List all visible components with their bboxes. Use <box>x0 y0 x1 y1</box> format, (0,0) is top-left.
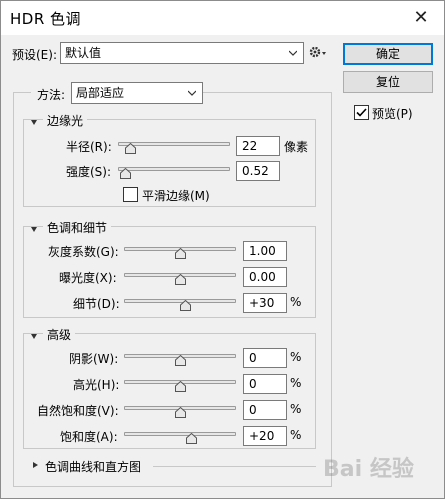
strength-slider-thumb[interactable] <box>120 168 132 179</box>
vibrance-input[interactable]: 0 <box>243 400 287 420</box>
toning-curve-title[interactable]: 色调曲线和直方图 <box>45 458 141 475</box>
radius-unit: 像素 <box>284 140 309 154</box>
detail-slider-thumb[interactable] <box>180 300 192 311</box>
radius-slider-thumb[interactable] <box>124 143 136 154</box>
saturation-unit: % <box>290 428 302 442</box>
highlight-input[interactable]: 0 <box>243 374 287 394</box>
dialog-title: HDR 色调 <box>10 10 82 28</box>
shadow-slider-thumb[interactable] <box>174 355 186 366</box>
preset-select[interactable]: 默认值 <box>60 42 304 64</box>
highlight-slider-thumb[interactable] <box>174 381 186 392</box>
detail-label: 细节(D): <box>73 297 120 311</box>
saturation-slider-track[interactable] <box>124 432 236 436</box>
title-bar: HDR 色调 ✕ <box>1 1 444 35</box>
saturation-label: 饱和度(A): <box>60 430 118 444</box>
method-value: 局部适应 <box>76 86 125 100</box>
preview-checkbox[interactable] <box>354 105 369 120</box>
radius-input[interactable]: 22 <box>236 136 280 156</box>
gamma-input[interactable]: 1.00 <box>243 241 287 261</box>
preset-label: 预设(E): <box>12 48 57 62</box>
shadow-label: 阴影(W): <box>69 352 119 366</box>
gamma-slider-thumb[interactable] <box>174 248 186 259</box>
chevron-down-icon <box>289 50 297 56</box>
saturation-input[interactable]: +20 <box>243 426 287 446</box>
expand-triangle-icon[interactable] <box>33 462 38 468</box>
saturation-slider-thumb[interactable] <box>185 433 197 444</box>
exposure-label: 曝光度(X): <box>59 271 117 285</box>
exposure-input[interactable]: 0.00 <box>243 267 287 287</box>
close-icon[interactable]: ✕ <box>408 5 434 31</box>
smooth-edges-label: 平滑边缘(M) <box>142 189 210 203</box>
shadow-unit: % <box>290 350 302 364</box>
strength-label: 强度(S): <box>66 165 112 179</box>
collapse-triangle-icon[interactable] <box>31 227 37 232</box>
checkmark-icon <box>356 108 367 117</box>
tone-detail-title: 色调和细节 <box>43 219 112 236</box>
edge-glow-title: 边缘光 <box>43 112 88 129</box>
ok-button[interactable]: 确定 <box>343 43 433 65</box>
watermark: Bai 经验 <box>323 457 414 482</box>
strength-input[interactable]: 0.52 <box>236 161 280 181</box>
vibrance-slider-thumb[interactable] <box>174 407 186 418</box>
highlight-unit: % <box>290 376 302 390</box>
gamma-label: 灰度系数(G): <box>48 245 119 259</box>
preset-value: 默认值 <box>65 46 102 60</box>
method-label: 方法: <box>31 86 72 103</box>
method-select[interactable]: 局部适应 <box>71 82 203 104</box>
collapse-triangle-icon[interactable] <box>31 120 37 125</box>
preview-label: 预览(P) <box>372 107 413 121</box>
vibrance-label: 自然饱和度(V): <box>37 404 119 418</box>
reset-button[interactable]: 复位 <box>343 71 433 93</box>
advanced-title: 高级 <box>43 326 76 343</box>
radius-label: 半径(R): <box>66 140 112 154</box>
smooth-edges-checkbox[interactable] <box>123 187 138 202</box>
detail-unit: % <box>290 295 302 309</box>
hdr-toning-dialog: HDR 色调 ✕ 预设(E): 默认值 确定 复位 预览(P) 方法: 局部适应… <box>0 0 445 499</box>
highlight-label: 高光(H): <box>73 378 120 392</box>
vibrance-unit: % <box>290 402 302 416</box>
collapse-triangle-icon[interactable] <box>31 334 37 339</box>
strength-slider-track[interactable] <box>118 167 230 171</box>
gear-icon[interactable] <box>309 45 327 59</box>
detail-input[interactable]: +30 <box>243 293 287 313</box>
toning-curve-divider <box>153 466 316 467</box>
exposure-slider-thumb[interactable] <box>174 274 186 285</box>
chevron-down-icon <box>188 90 196 96</box>
shadow-input[interactable]: 0 <box>243 348 287 368</box>
